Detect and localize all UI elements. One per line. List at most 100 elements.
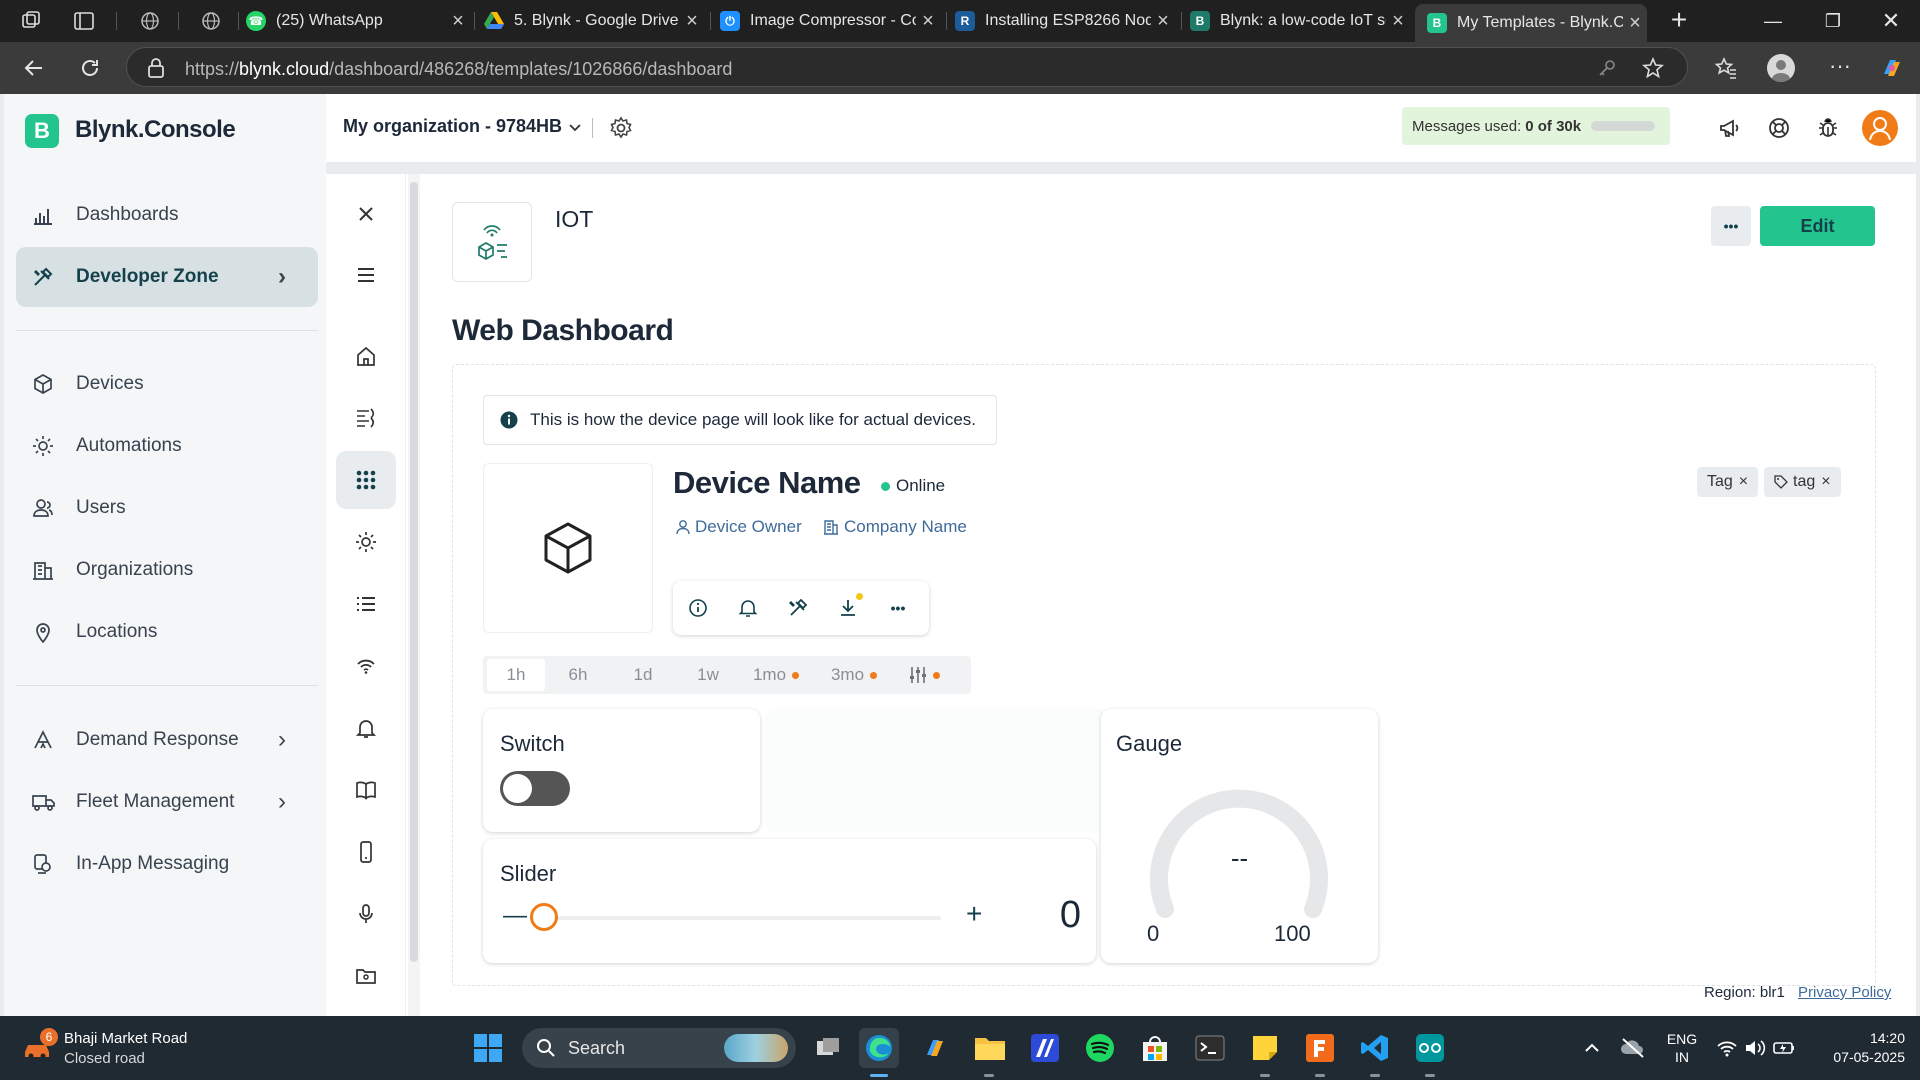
info-icon[interactable] <box>688 598 708 618</box>
connectivity-wifi-icon[interactable] <box>336 637 396 695</box>
key-icon[interactable] <box>1597 58 1617 78</box>
slider-thumb[interactable] <box>530 903 558 931</box>
company-name-link[interactable]: Company Name <box>823 517 967 537</box>
sidebar-item-fleet-management[interactable]: Fleet Management › <box>16 772 318 832</box>
taskbar-search-box[interactable]: Search <box>522 1028 796 1068</box>
vscode-icon[interactable] <box>1355 1028 1395 1068</box>
time-range-1w[interactable]: 1w <box>679 656 737 694</box>
slider-track[interactable] <box>547 916 941 920</box>
edge-browser-icon[interactable] <box>859 1028 899 1068</box>
assets-folder-icon[interactable] <box>336 947 396 1005</box>
copilot-icon[interactable] <box>1878 54 1906 82</box>
clock[interactable]: 14:20 07-05-2025 <box>1805 1029 1905 1067</box>
download-icon[interactable] <box>838 598 858 618</box>
notifications-bell-icon[interactable] <box>738 598 758 618</box>
more-options-button[interactable]: ••• <box>1711 206 1751 246</box>
close-tab-icon[interactable]: × <box>1386 10 1410 33</box>
brand-logo-icon[interactable]: B <box>25 114 59 148</box>
remove-tag-icon[interactable]: × <box>1739 473 1748 491</box>
weather-widget[interactable]: 6 Bhaji Market Road Closed road <box>18 1026 218 1070</box>
organization-selector[interactable]: My organization - 9784HB <box>343 116 584 137</box>
device-owner-link[interactable]: Device Owner <box>675 517 802 537</box>
gauge-widget[interactable]: Gauge -- 0 100 <box>1101 709 1378 963</box>
docs-book-icon[interactable] <box>336 761 396 819</box>
datastreams-icon[interactable] <box>336 389 396 447</box>
time-range-1d[interactable]: 1d <box>614 656 672 694</box>
maximize-button[interactable]: ❐ <box>1804 0 1862 42</box>
events-list-icon[interactable] <box>336 575 396 633</box>
favorites-icon[interactable] <box>1714 56 1738 80</box>
sticky-notes-icon[interactable] <box>1245 1028 1285 1068</box>
switch-toggle[interactable] <box>500 771 570 806</box>
notifications-bell-icon[interactable] <box>336 699 396 757</box>
sidebar-item-locations[interactable]: Locations <box>16 602 318 662</box>
app-icon[interactable] <box>1025 1028 1065 1068</box>
device-image[interactable] <box>483 463 653 633</box>
browser-tab[interactable]: 5. Blynk - Google Drive × <box>484 0 704 42</box>
browser-tab[interactable]: R Installing ESP8266 Node × <box>955 0 1175 42</box>
wifi-icon[interactable] <box>1716 1038 1738 1058</box>
sidebar-item-users[interactable]: Users <box>16 478 318 538</box>
browser-tab[interactable]: ⏻ Image Compressor - Co × <box>720 0 940 42</box>
sidebar-item-organizations[interactable]: Organizations <box>16 540 318 600</box>
profile-avatar-icon[interactable] <box>1767 54 1795 82</box>
slider-plus-button[interactable]: + <box>966 898 982 930</box>
lock-icon[interactable] <box>147 58 165 78</box>
sidebar-item-in-app-messaging[interactable]: In-App Messaging <box>16 834 318 894</box>
sidebar-item-automations[interactable]: Automations <box>16 416 318 476</box>
sidebar-item-dashboards[interactable]: Dashboards <box>16 185 318 245</box>
close-tab-icon[interactable]: × <box>1151 10 1175 33</box>
close-tab-icon[interactable]: × <box>446 10 470 33</box>
spotify-icon[interactable] <box>1080 1028 1120 1068</box>
custom-range-button[interactable] <box>901 656 947 694</box>
refresh-icon[interactable] <box>78 56 102 80</box>
device-tag[interactable]: Tag × <box>1697 467 1759 497</box>
fusion-app-icon[interactable] <box>1300 1028 1340 1068</box>
sidebar-item-devices[interactable]: Devices <box>16 354 318 414</box>
announcements-megaphone-icon[interactable] <box>1718 116 1742 140</box>
browser-tab[interactable]: B Blynk: a low-code IoT so × <box>1190 0 1410 42</box>
close-tab-icon[interactable]: × <box>1623 12 1647 35</box>
close-window-button[interactable]: ✕ <box>1862 0 1920 42</box>
sidebar-item-developer-zone[interactable]: Developer Zone › <box>16 247 318 307</box>
url-field[interactable]: https://blynk.cloud/dashboard/486268/tem… <box>126 47 1688 87</box>
time-range-1mo[interactable]: 1mo <box>741 656 811 694</box>
copilot-app-icon[interactable] <box>915 1028 955 1068</box>
web-dashboard-grid-icon[interactable] <box>336 451 396 509</box>
time-range-3mo[interactable]: 3mo <box>819 656 889 694</box>
terminal-icon[interactable] <box>1190 1028 1230 1068</box>
browser-tab[interactable]: ☎ (25) WhatsApp × <box>246 0 470 42</box>
tools-icon[interactable] <box>788 598 808 618</box>
close-tab-icon[interactable]: × <box>916 10 940 33</box>
workspaces-icon[interactable] <box>20 10 42 32</box>
globe-icon[interactable] <box>200 10 222 32</box>
tab-actions-icon[interactable] <box>73 10 95 32</box>
new-tab-button[interactable]: + <box>1664 6 1694 36</box>
close-icon[interactable] <box>336 185 396 243</box>
brand-name[interactable]: Blynk.Console <box>75 116 236 144</box>
arduino-icon[interactable] <box>1410 1028 1450 1068</box>
privacy-policy-link[interactable]: Privacy Policy <box>1798 984 1891 1001</box>
time-range-1h[interactable]: 1h <box>487 659 545 691</box>
more-options-icon[interactable]: ••• <box>886 598 910 618</box>
microsoft-store-icon[interactable] <box>1135 1028 1175 1068</box>
globe-icon[interactable] <box>139 10 161 32</box>
file-explorer-icon[interactable] <box>970 1028 1010 1068</box>
battery-icon[interactable] <box>1772 1038 1796 1058</box>
onedrive-offline-icon[interactable] <box>1620 1036 1646 1060</box>
voice-assistant-mic-icon[interactable] <box>336 885 396 943</box>
more-menu-icon[interactable]: ··· <box>1826 54 1854 82</box>
show-hidden-icons-chevron-up-icon[interactable] <box>1582 1038 1602 1058</box>
mobile-dashboard-icon[interactable] <box>336 823 396 881</box>
device-tag[interactable]: tag × <box>1764 467 1841 497</box>
menu-icon[interactable] <box>336 246 396 304</box>
switch-widget[interactable]: Switch <box>483 709 760 832</box>
back-icon[interactable] <box>22 56 46 80</box>
user-avatar[interactable] <box>1862 110 1898 146</box>
slider-minus-button[interactable]: — <box>503 902 527 930</box>
start-windows-icon[interactable] <box>468 1028 508 1068</box>
settings-gear-icon[interactable] <box>609 116 633 140</box>
help-lifebuoy-icon[interactable] <box>1767 116 1791 140</box>
edit-button[interactable]: Edit <box>1760 206 1875 246</box>
language-indicator[interactable]: ENG IN <box>1665 1030 1699 1066</box>
